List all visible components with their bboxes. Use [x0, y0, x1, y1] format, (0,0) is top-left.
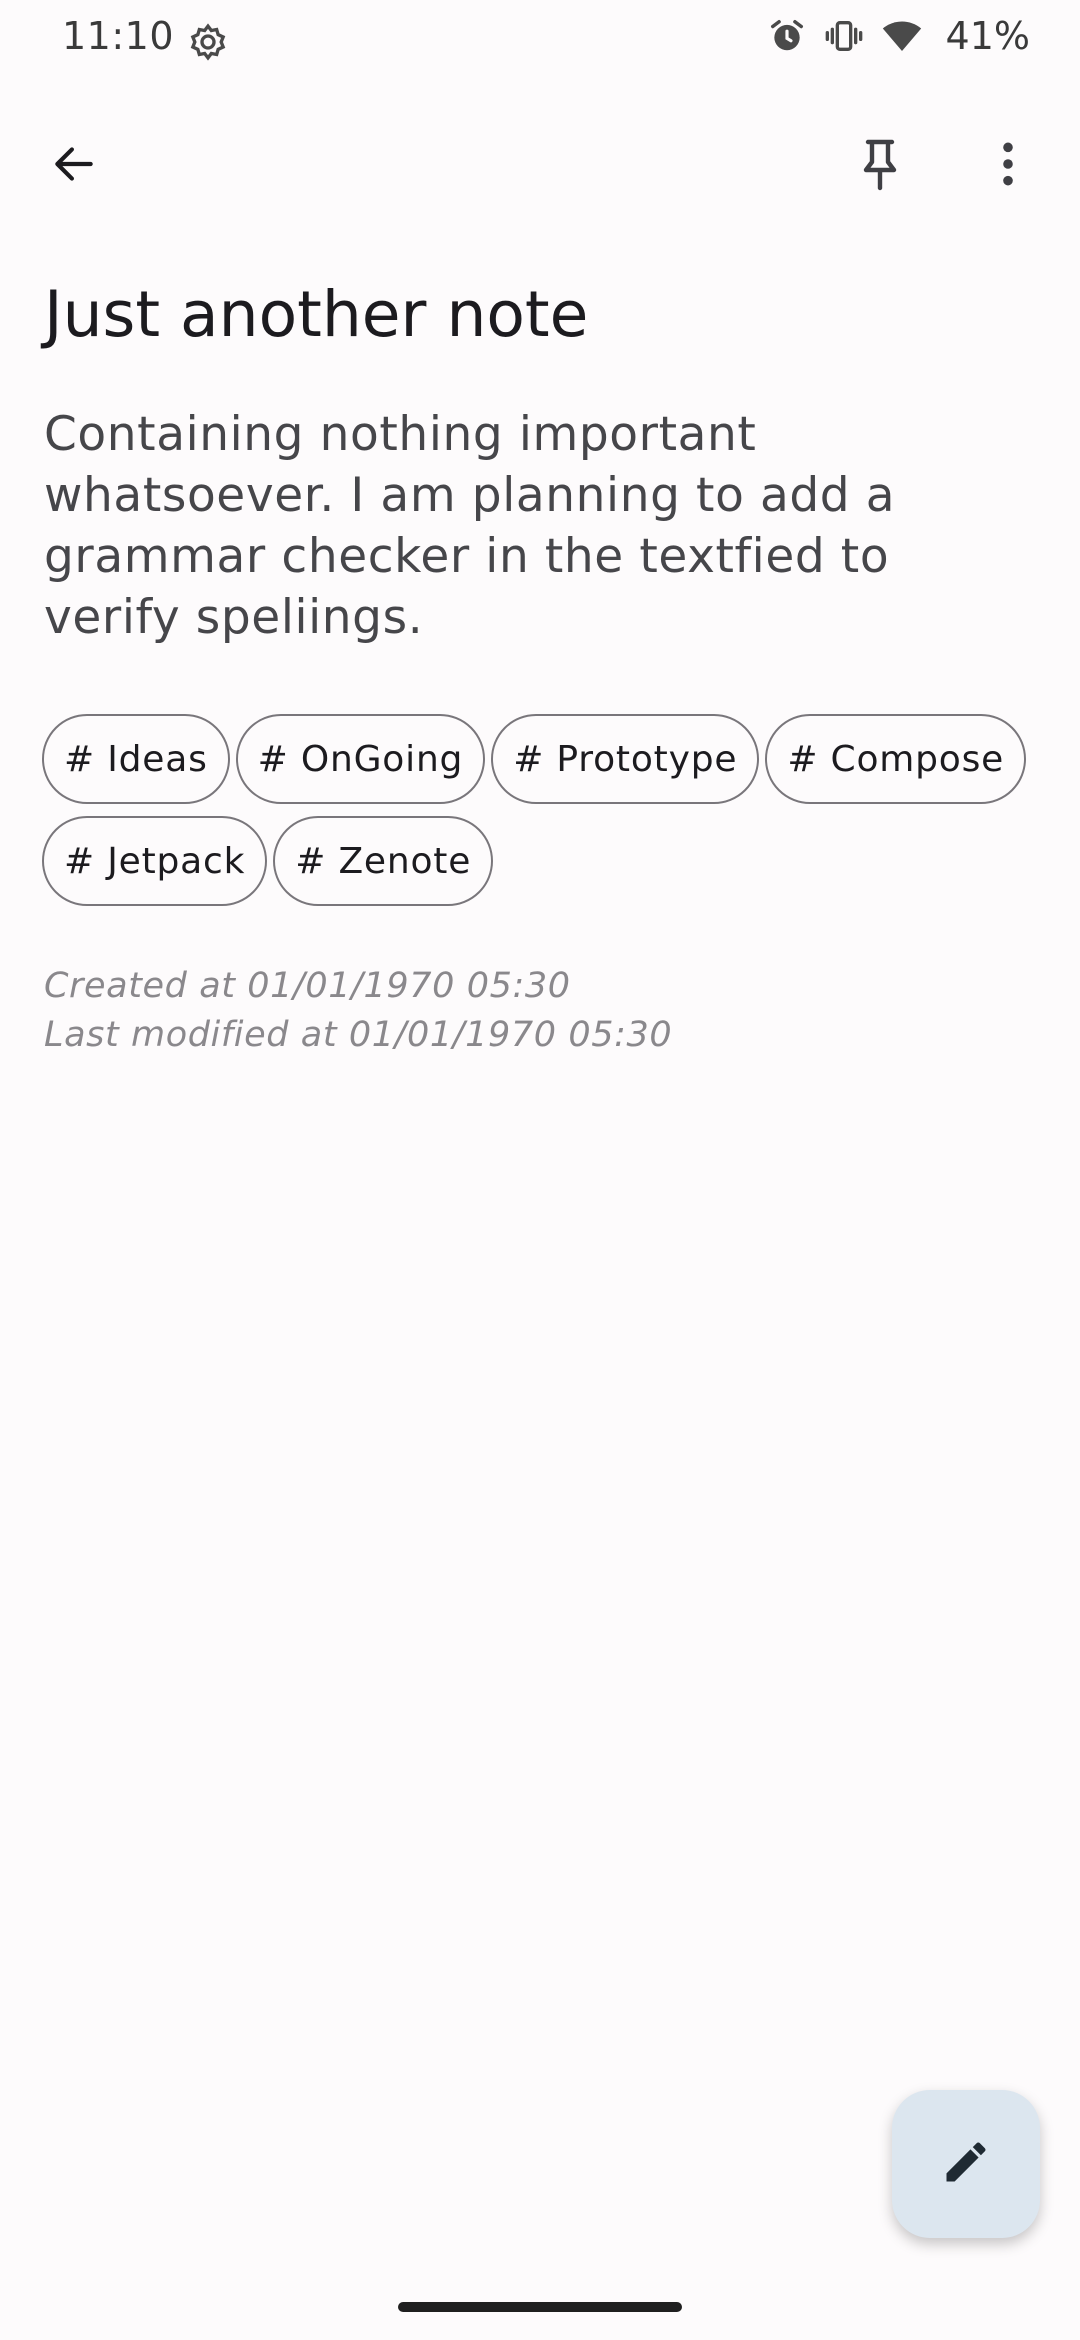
edit-note-fab[interactable] [892, 2090, 1040, 2238]
status-bar: 11:10 41% [0, 0, 1080, 80]
status-icons: 41% [768, 14, 1030, 58]
note-metadata: Created at 01/01/1970 05:30 Last modifie… [44, 962, 672, 1060]
battery-percentage: 41% [945, 14, 1030, 58]
status-time: 11:10 [62, 14, 175, 58]
gesture-nav-handle[interactable] [398, 2302, 682, 2312]
tag-chip-compose[interactable]: # Compose [765, 714, 1027, 804]
alarm-icon [768, 17, 806, 55]
note-body[interactable]: Containing nothing important whatsoever.… [44, 404, 974, 648]
note-title[interactable]: Just another note [44, 278, 588, 351]
created-timestamp: Created at 01/01/1970 05:30 [44, 966, 571, 1006]
top-app-bar [0, 110, 1080, 220]
tag-chip-prototype[interactable]: # Prototype [491, 714, 760, 804]
pin-button[interactable] [838, 124, 922, 208]
more-vert-icon [1000, 139, 1016, 193]
edit-icon [940, 2136, 992, 2192]
more-options-button[interactable] [966, 124, 1050, 208]
back-arrow-icon [49, 139, 99, 193]
back-button[interactable] [32, 124, 116, 208]
wifi-icon [882, 16, 922, 56]
tag-chip-zenote[interactable]: # Zenote [273, 816, 494, 906]
tag-list: # Ideas # OnGoing # Prototype # Compose … [42, 714, 1042, 906]
settings-icon [188, 22, 228, 62]
tag-chip-ongoing[interactable]: # OnGoing [235, 714, 486, 804]
vibrate-icon [824, 16, 864, 56]
tag-chip-jetpack[interactable]: # Jetpack [42, 816, 268, 906]
tag-chip-ideas[interactable]: # Ideas [42, 714, 230, 804]
pin-icon [856, 136, 904, 196]
modified-timestamp: Last modified at 01/01/1970 05:30 [44, 1015, 673, 1055]
